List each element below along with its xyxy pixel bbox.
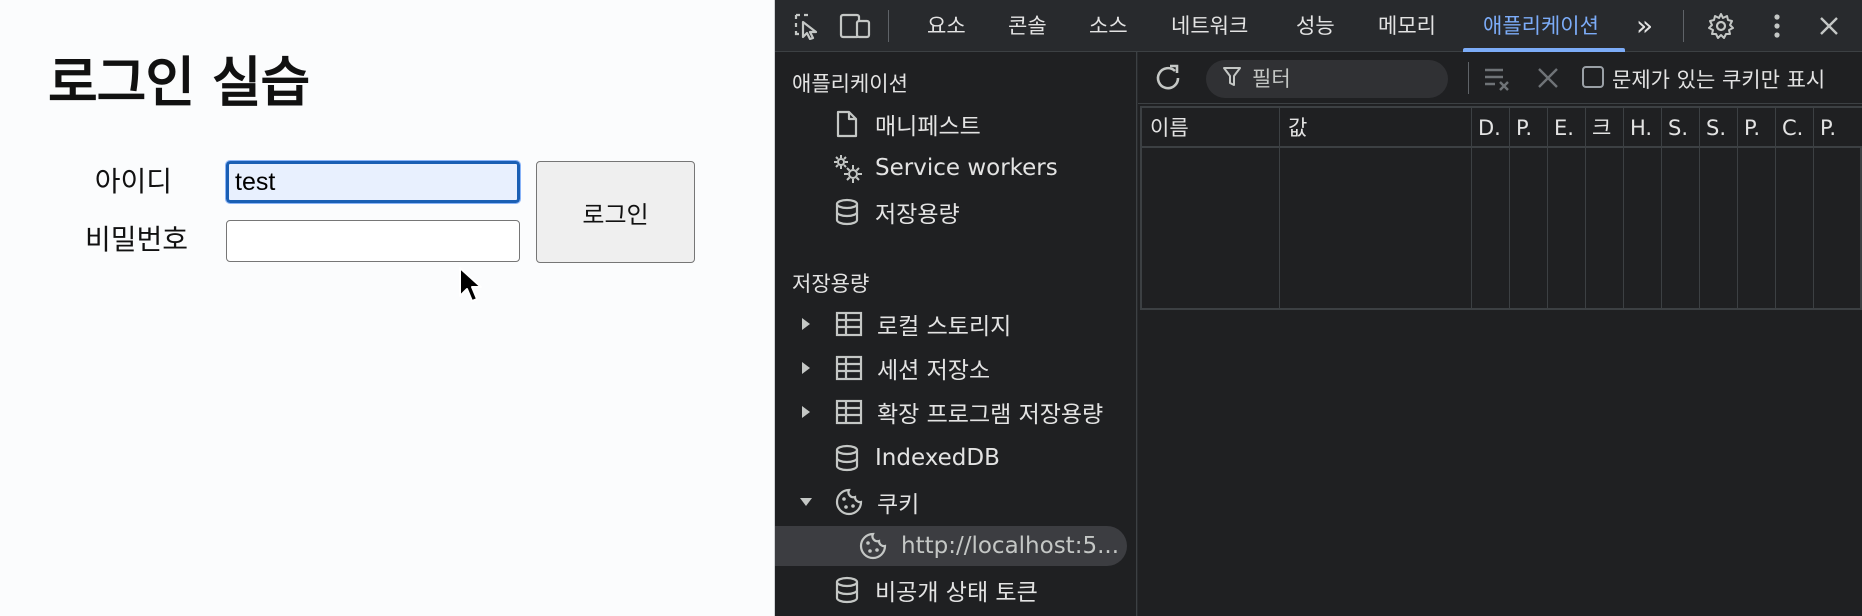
- sidebar-item-service-workers[interactable]: Service workers: [775, 148, 1137, 188]
- sidebar-item-cookies[interactable]: 쿠키: [775, 482, 1137, 522]
- column-divider[interactable]: [1279, 108, 1280, 308]
- toolbar-separator: [888, 10, 889, 42]
- devtools-panel: 요소 콘솔 소스 네트워크 성능 메모리 애플리케이션 » 애플리케이션 매니페…: [775, 0, 1862, 616]
- column-divider[interactable]: [1623, 108, 1624, 308]
- tab-sources[interactable]: 소스: [1089, 0, 1128, 52]
- settings-gear-icon[interactable]: [1705, 10, 1737, 42]
- sidebar-item-storage[interactable]: 저장용량: [775, 192, 1137, 232]
- cookie-column-header[interactable]: E.: [1548, 108, 1586, 148]
- application-sidebar: 애플리케이션 매니페스트 Service workers 저장용량 저장용량 로…: [775, 52, 1137, 616]
- filter-input[interactable]: [1252, 67, 1422, 91]
- table-icon: [833, 396, 865, 428]
- tab-network[interactable]: 네트워크: [1171, 0, 1248, 52]
- gears-icon: [831, 152, 863, 184]
- tab-memory[interactable]: 메모리: [1378, 0, 1436, 52]
- cookie-icon: [833, 486, 865, 518]
- filter-separator: [1468, 62, 1469, 94]
- column-divider[interactable]: [1471, 108, 1472, 308]
- refresh-icon[interactable]: [1150, 60, 1186, 96]
- only-issues-checkbox[interactable]: [1582, 66, 1604, 88]
- tab-console[interactable]: 콘솔: [1008, 0, 1047, 52]
- tab-application[interactable]: 애플리케이션: [1483, 0, 1599, 52]
- expand-arrow-icon[interactable]: [799, 361, 813, 375]
- column-divider[interactable]: [1775, 108, 1776, 308]
- file-icon: [831, 108, 863, 140]
- sidebar-item-manifest[interactable]: 매니페스트: [775, 104, 1137, 144]
- cookie-column-header[interactable]: 이름: [1142, 108, 1280, 148]
- table-icon: [833, 308, 865, 340]
- column-divider[interactable]: [1509, 108, 1510, 308]
- cookie-column-header[interactable]: C.: [1776, 108, 1814, 148]
- cookie-table: 이름 값 D. P. E. 크 H. S. S. P. C. P.: [1140, 106, 1862, 310]
- filter-funnel-icon: [1222, 66, 1242, 92]
- sidebar-item-private-state-tokens[interactable]: 비공개 상태 토큰: [775, 570, 1137, 610]
- table-icon: [833, 352, 865, 384]
- cookie-column-header[interactable]: P.: [1510, 108, 1548, 148]
- only-issues-label: 문제가 있는 쿠키만 표시: [1612, 68, 1826, 92]
- tab-performance[interactable]: 성능: [1296, 0, 1335, 52]
- cookie-column-header[interactable]: S.: [1662, 108, 1700, 148]
- tab-elements[interactable]: 요소: [927, 0, 966, 52]
- id-input[interactable]: [225, 160, 521, 204]
- sidebar-item-local-storage[interactable]: 로컬 스토리지: [775, 304, 1137, 344]
- web-page: 로그인 실습 아이디 비밀번호 로그인: [0, 0, 775, 616]
- id-label: 아이디: [94, 165, 172, 198]
- sidebar-heading-application: 애플리케이션: [792, 72, 908, 96]
- cookie-table-header: 이름 값 D. P. E. 크 H. S. S. P. C. P.: [1142, 108, 1862, 148]
- filter-box[interactable]: [1206, 60, 1448, 98]
- password-label: 비밀번호: [84, 223, 188, 256]
- sidebar-heading-storage: 저장용량: [792, 272, 870, 296]
- device-toolbar-icon[interactable]: [839, 10, 871, 42]
- cookie-column-header[interactable]: D.: [1472, 108, 1510, 148]
- inspect-element-icon[interactable]: [791, 10, 823, 42]
- column-divider[interactable]: [1585, 108, 1586, 308]
- column-divider[interactable]: [1547, 108, 1548, 308]
- column-divider[interactable]: [1699, 108, 1700, 308]
- page-title: 로그인 실습: [48, 51, 310, 114]
- database-icon: [831, 574, 863, 606]
- expand-arrow-icon[interactable]: [799, 317, 813, 331]
- login-button[interactable]: 로그인: [536, 161, 695, 263]
- database-icon: [831, 196, 863, 228]
- expand-arrow-icon[interactable]: [799, 405, 813, 419]
- clear-filtered-cookies-icon[interactable]: [1482, 64, 1514, 92]
- cookies-panel: 문제가 있는 쿠키만 표시 이름값D.P.E.크H.S.S.P.C.P.: [1138, 52, 1862, 616]
- toolbar-separator: [1683, 10, 1684, 42]
- devtools-toolbar: 요소 콘솔 소스 네트워크 성능 메모리 애플리케이션 »: [775, 0, 1862, 52]
- cookie-icon: [857, 530, 889, 562]
- sidebar-item-session-storage[interactable]: 세션 저장소: [775, 348, 1137, 388]
- cookie-column-header[interactable]: S.: [1700, 108, 1738, 148]
- cookie-filter-bar: 문제가 있는 쿠키만 표시: [1138, 52, 1862, 104]
- column-divider[interactable]: [1737, 108, 1738, 308]
- more-options-icon[interactable]: [1761, 10, 1793, 42]
- sidebar-item-cookie-localhost[interactable]: http://localhost:5...: [775, 526, 1127, 566]
- column-divider[interactable]: [1813, 108, 1814, 308]
- cookie-column-header[interactable]: 크: [1586, 108, 1624, 148]
- more-tabs-button[interactable]: »: [1636, 0, 1653, 52]
- cookie-column-header[interactable]: P.: [1814, 108, 1862, 148]
- sidebar-item-indexeddb[interactable]: IndexedDB: [775, 438, 1137, 478]
- mouse-cursor-icon: [459, 267, 482, 302]
- cookie-column-header[interactable]: H.: [1624, 108, 1662, 148]
- close-devtools-icon[interactable]: [1813, 10, 1845, 42]
- delete-cookie-icon[interactable]: [1534, 64, 1562, 92]
- collapse-arrow-icon[interactable]: [799, 495, 813, 509]
- column-divider[interactable]: [1661, 108, 1662, 308]
- password-input[interactable]: [226, 220, 520, 262]
- sidebar-item-extension-storage[interactable]: 확장 프로그램 저장용량: [775, 392, 1137, 432]
- cookie-column-header[interactable]: P.: [1738, 108, 1776, 148]
- database-icon: [831, 442, 863, 474]
- cookie-column-header[interactable]: 값: [1280, 108, 1472, 148]
